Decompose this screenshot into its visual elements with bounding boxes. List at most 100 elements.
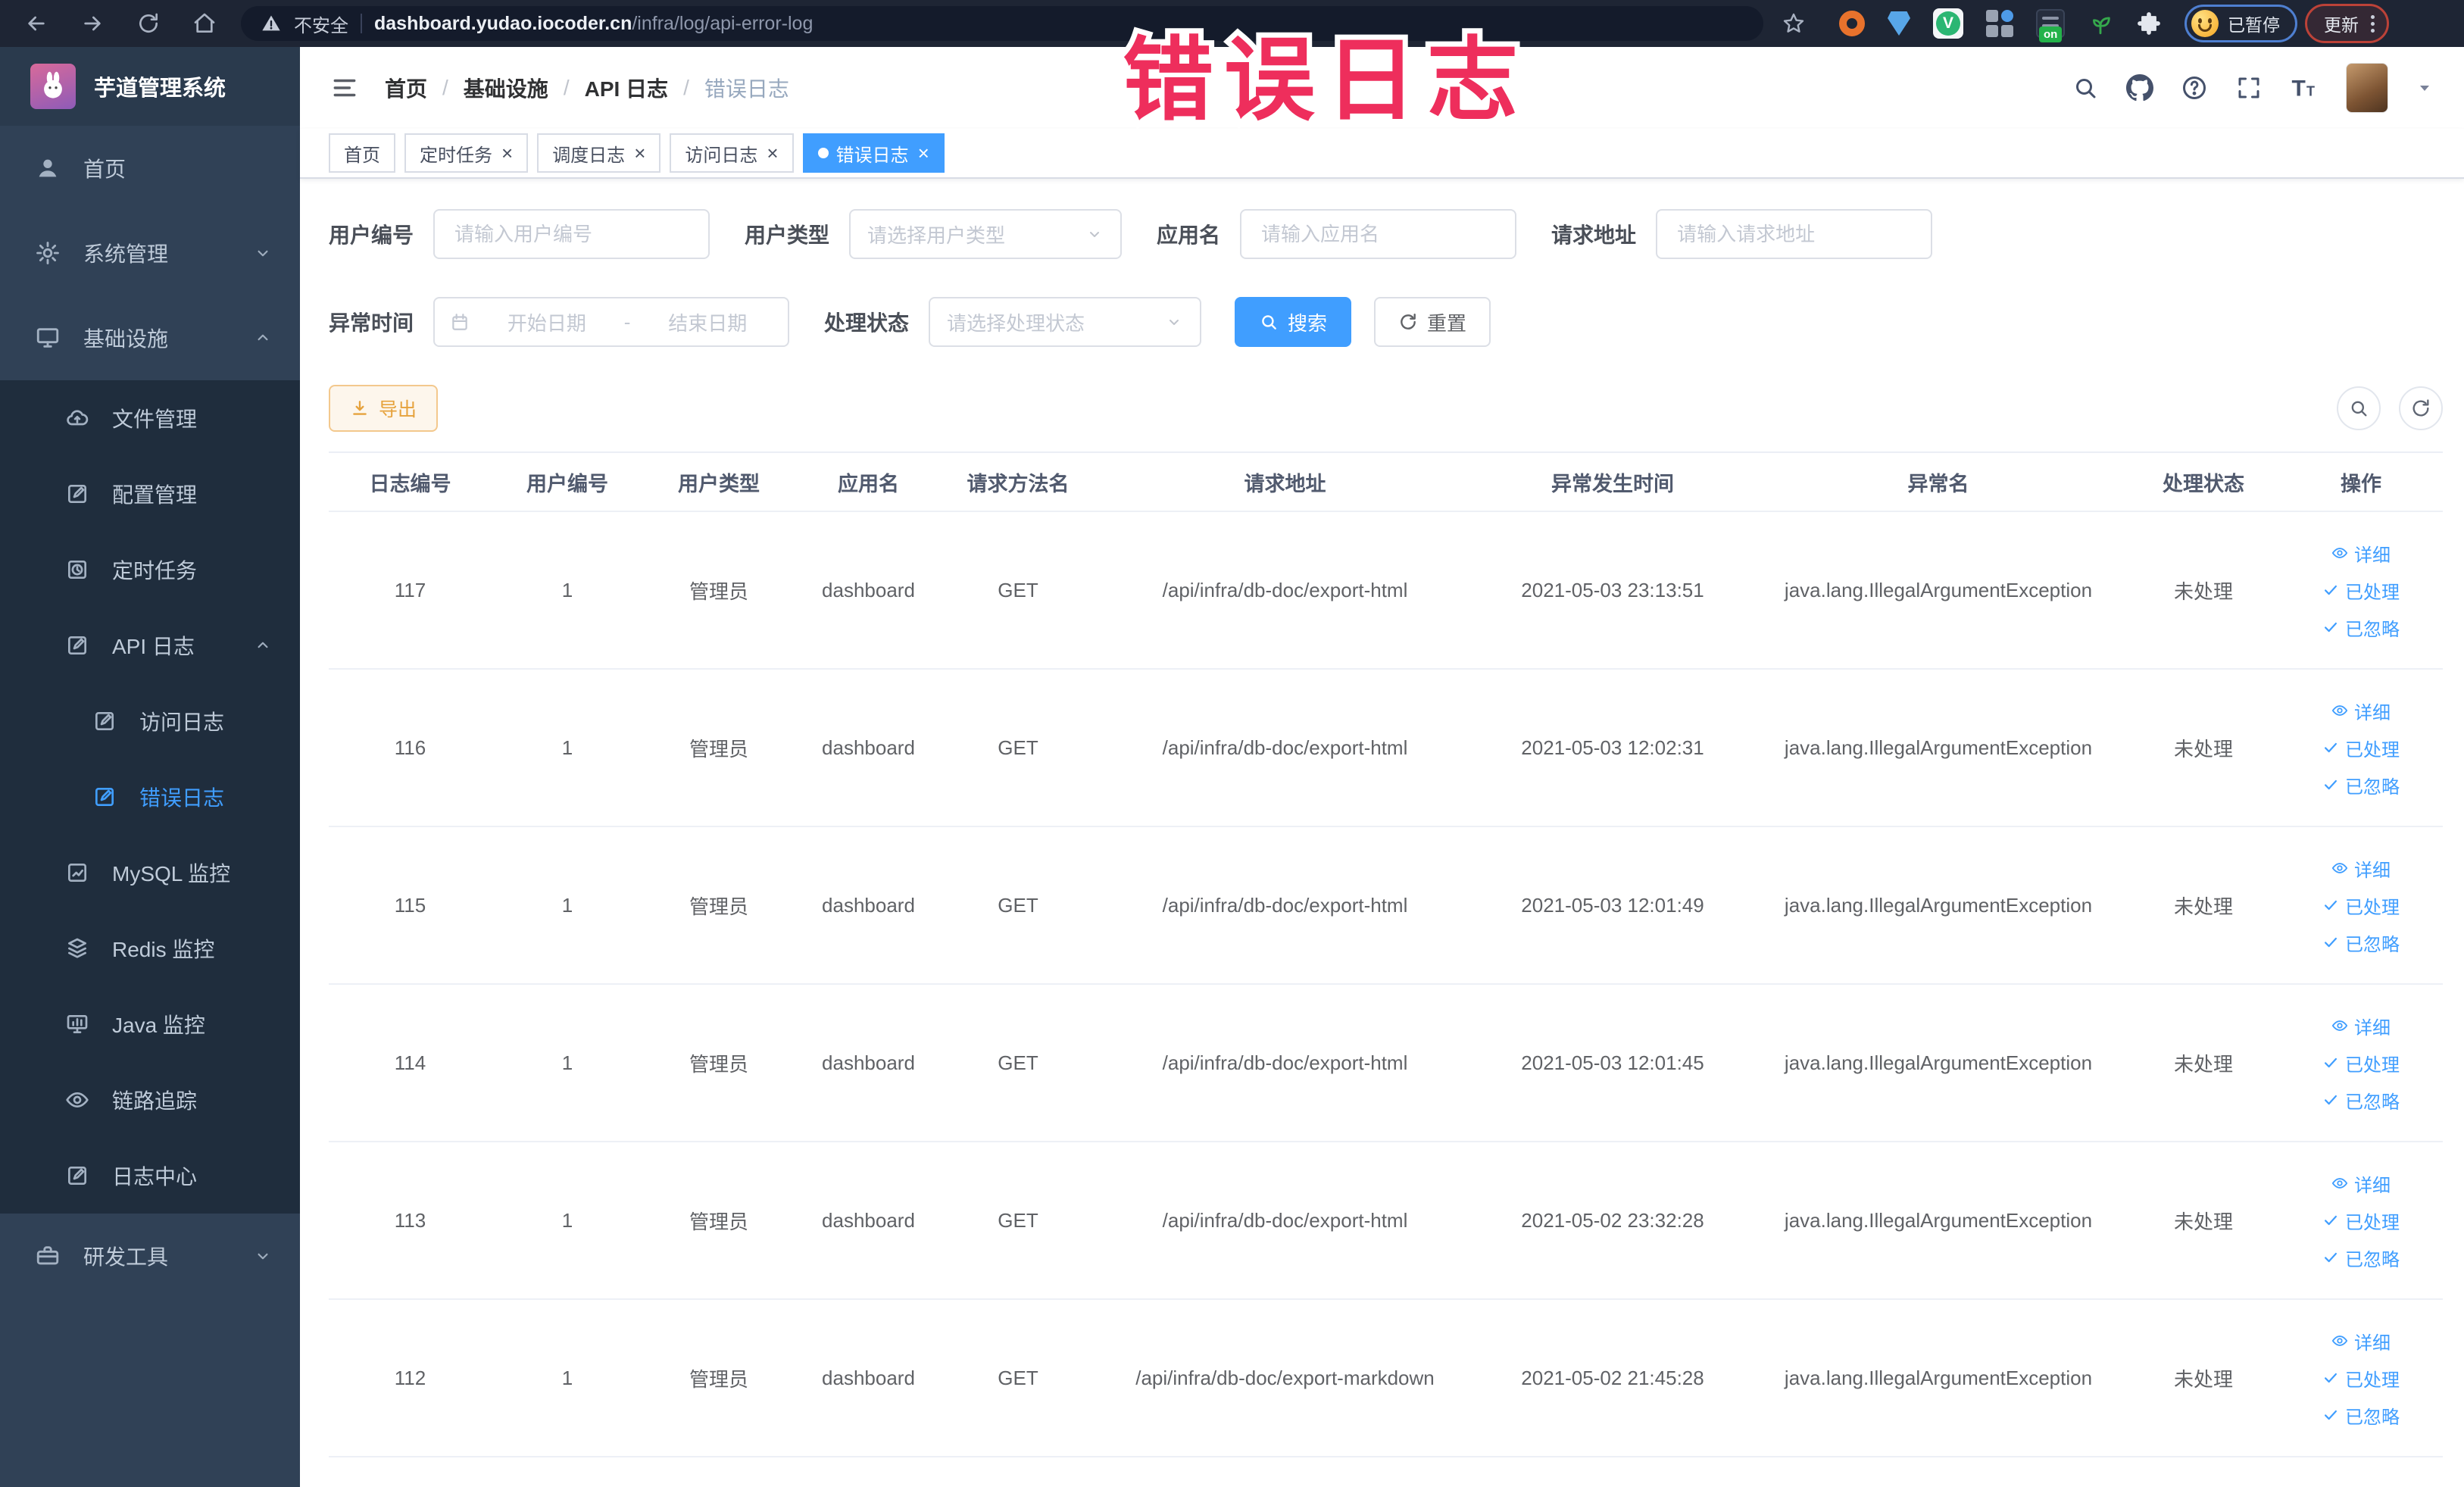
mark-processed-link[interactable]: 已处理 <box>2322 577 2400 604</box>
refresh-table-button[interactable] <box>2399 386 2443 430</box>
security-label[interactable]: 不安全 <box>294 11 348 37</box>
extension-grid-icon[interactable] <box>1986 10 2013 37</box>
omnibox-divider <box>361 14 362 33</box>
extension-pin-icon[interactable] <box>1888 11 1910 36</box>
export-button[interactable]: 导出 <box>329 385 439 432</box>
mark-processed-link[interactable]: 已处理 <box>2322 1050 2400 1076</box>
mark-ignored-link[interactable]: 已忽略 <box>2322 1402 2400 1429</box>
breadcrumb-item[interactable]: 错误日志 <box>704 73 789 103</box>
breadcrumb-item[interactable]: 基础设施 <box>464 73 548 103</box>
tab[interactable]: 首页 × <box>329 133 395 173</box>
sidebar-item-system[interactable]: 系统管理 <box>0 211 300 295</box>
date-end-placeholder[interactable]: 结束日期 <box>642 308 773 336</box>
mark-ignored-link[interactable]: 已忽略 <box>2322 614 2400 641</box>
sidebar-item-config-manage[interactable]: 配置管理 <box>0 456 300 532</box>
page-content: 用户编号 用户类型 请选择用户类型 应用名 请求地址 <box>300 179 2464 1457</box>
sidebar-item-trace[interactable]: 链路追踪 <box>0 1062 300 1138</box>
detail-link[interactable]: 详细 <box>2331 1013 2391 1039</box>
tab[interactable]: 访问日志 × <box>670 133 794 173</box>
mark-ignored-link[interactable]: 已忽略 <box>2322 1087 2400 1114</box>
tab[interactable]: 错误日志 × <box>802 133 945 173</box>
tab[interactable]: 定时任务 × <box>404 133 529 173</box>
mark-processed-link[interactable]: 已处理 <box>2322 1207 2400 1234</box>
detail-link[interactable]: 详细 <box>2331 698 2391 724</box>
sidebar-item-home[interactable]: 首页 <box>0 126 300 211</box>
github-icon[interactable] <box>2126 74 2153 102</box>
extension-switch-icon[interactable]: on <box>2036 9 2065 42</box>
user-type-select[interactable]: 请选择用户类型 <box>849 209 1123 259</box>
cell-request-url: /api/infra/db-doc/export-html <box>1162 1208 1408 1232</box>
user-id-input[interactable] <box>433 209 710 259</box>
back-icon[interactable] <box>20 7 53 40</box>
sidebar-toggle-icon[interactable] <box>330 73 359 102</box>
url-text[interactable]: dashboard.yudao.iocoder.cn/infra/log/api… <box>374 13 813 35</box>
breadcrumb-item[interactable]: 首页 <box>385 73 427 103</box>
request-url-input[interactable] <box>1656 209 1933 259</box>
search-button[interactable]: 搜索 <box>1235 297 1352 347</box>
chevron-down-icon <box>1165 313 1183 331</box>
sidebar-item-infra[interactable]: 基础设施 <box>0 295 300 380</box>
sidebar-item-error-log[interactable]: 错误日志 <box>0 759 300 835</box>
extensions-menu-icon[interactable] <box>2136 11 2162 36</box>
tab[interactable]: 调度日志 × <box>537 133 661 173</box>
sidebar-item-access-log[interactable]: 访问日志 <box>0 683 300 759</box>
extension-leaf-icon[interactable] <box>2088 11 2113 36</box>
sidebar-item-dev-tools[interactable]: 研发工具 <box>0 1214 300 1298</box>
detail-link[interactable]: 详细 <box>2331 1328 2391 1354</box>
table-body: 117 1 管理员 dashboard GET /api/infra/db-do… <box>329 512 2443 1457</box>
detail-link-label: 详细 <box>2354 545 2391 566</box>
chevron-up-icon <box>253 328 273 348</box>
cell-log-id: 113 <box>394 1208 426 1232</box>
forward-icon[interactable] <box>76 7 109 40</box>
mark-processed-link[interactable]: 已处理 <box>2322 735 2400 761</box>
help-icon[interactable] <box>2181 74 2208 102</box>
process-status-select[interactable]: 请选择处理状态 <box>929 297 1202 347</box>
sidebar-logo[interactable]: 芋道管理系统 <box>0 47 300 126</box>
sidebar-item-api-log[interactable]: API 日志 <box>0 608 300 683</box>
fullscreen-icon[interactable] <box>2235 74 2263 102</box>
sidebar-item-log-center[interactable]: 日志中心 <box>0 1138 300 1214</box>
browser-update-button[interactable]: 更新 <box>2305 4 2389 43</box>
tab-close-icon[interactable]: × <box>918 143 929 163</box>
reset-button[interactable]: 重置 <box>1374 297 1491 347</box>
detail-link[interactable]: 详细 <box>2331 540 2391 567</box>
app-name-input[interactable] <box>1240 209 1517 259</box>
mark-ignored-link[interactable]: 已忽略 <box>2322 1245 2400 1271</box>
date-start-placeholder[interactable]: 开始日期 <box>482 308 612 336</box>
avatar-caret-down-icon[interactable] <box>2416 79 2434 97</box>
sidebar-item-scheduled-jobs[interactable]: 定时任务 <box>0 532 300 608</box>
date-range-picker[interactable]: 开始日期 - 结束日期 <box>433 297 790 347</box>
tab-close-icon[interactable]: × <box>501 143 513 163</box>
extension-vue-icon[interactable]: V <box>1933 8 1963 39</box>
cell-status: 未处理 <box>2173 1367 2233 1391</box>
sidebar-item-redis-monitor[interactable]: Redis 监控 <box>0 911 300 986</box>
bookmark-star-icon[interactable] <box>1777 7 1810 40</box>
reload-icon[interactable] <box>132 7 165 40</box>
sidebar-item-mysql-monitor[interactable]: MySQL 监控 <box>0 835 300 911</box>
mark-ignored-link[interactable]: 已忽略 <box>2322 772 2400 798</box>
font-size-icon[interactable]: TT <box>2290 74 2319 102</box>
cell-method: GET <box>998 1051 1038 1074</box>
detail-link[interactable]: 详细 <box>2331 1170 2391 1197</box>
select-placeholder: 请选择用户类型 <box>867 223 1006 247</box>
mark-ignored-link[interactable]: 已忽略 <box>2322 929 2400 956</box>
profile-sync-paused-chip[interactable]: 已暂停 <box>2184 5 2297 42</box>
avatar[interactable] <box>2346 63 2388 113</box>
breadcrumb-item[interactable]: API 日志 <box>585 73 668 103</box>
mark-processed-link[interactable]: 已处理 <box>2322 892 2400 919</box>
tab-close-icon[interactable]: × <box>767 143 778 163</box>
extension-orange-icon[interactable] <box>1839 11 1865 36</box>
table-column-header: 异常发生时间 <box>1551 472 1674 495</box>
search-icon[interactable] <box>2072 74 2099 102</box>
address-bar[interactable]: 不安全 dashboard.yudao.iocoder.cn/infra/log… <box>241 6 1763 41</box>
hide-search-button[interactable] <box>2337 386 2381 430</box>
sidebar-item-java-monitor[interactable]: Java 监控 <box>0 986 300 1062</box>
browser-menu-kebab-icon[interactable] <box>2371 14 2375 33</box>
cell-actions: 详细 已处理 已忽略 <box>2279 1170 2443 1271</box>
tab-close-icon[interactable]: × <box>634 143 645 163</box>
mark-processed-link[interactable]: 已处理 <box>2322 1365 2400 1392</box>
sidebar-item-file-manage[interactable]: 文件管理 <box>0 380 300 456</box>
detail-link[interactable]: 详细 <box>2331 855 2391 882</box>
table-column-header: 应用名 <box>838 472 899 495</box>
home-icon[interactable] <box>188 7 221 40</box>
